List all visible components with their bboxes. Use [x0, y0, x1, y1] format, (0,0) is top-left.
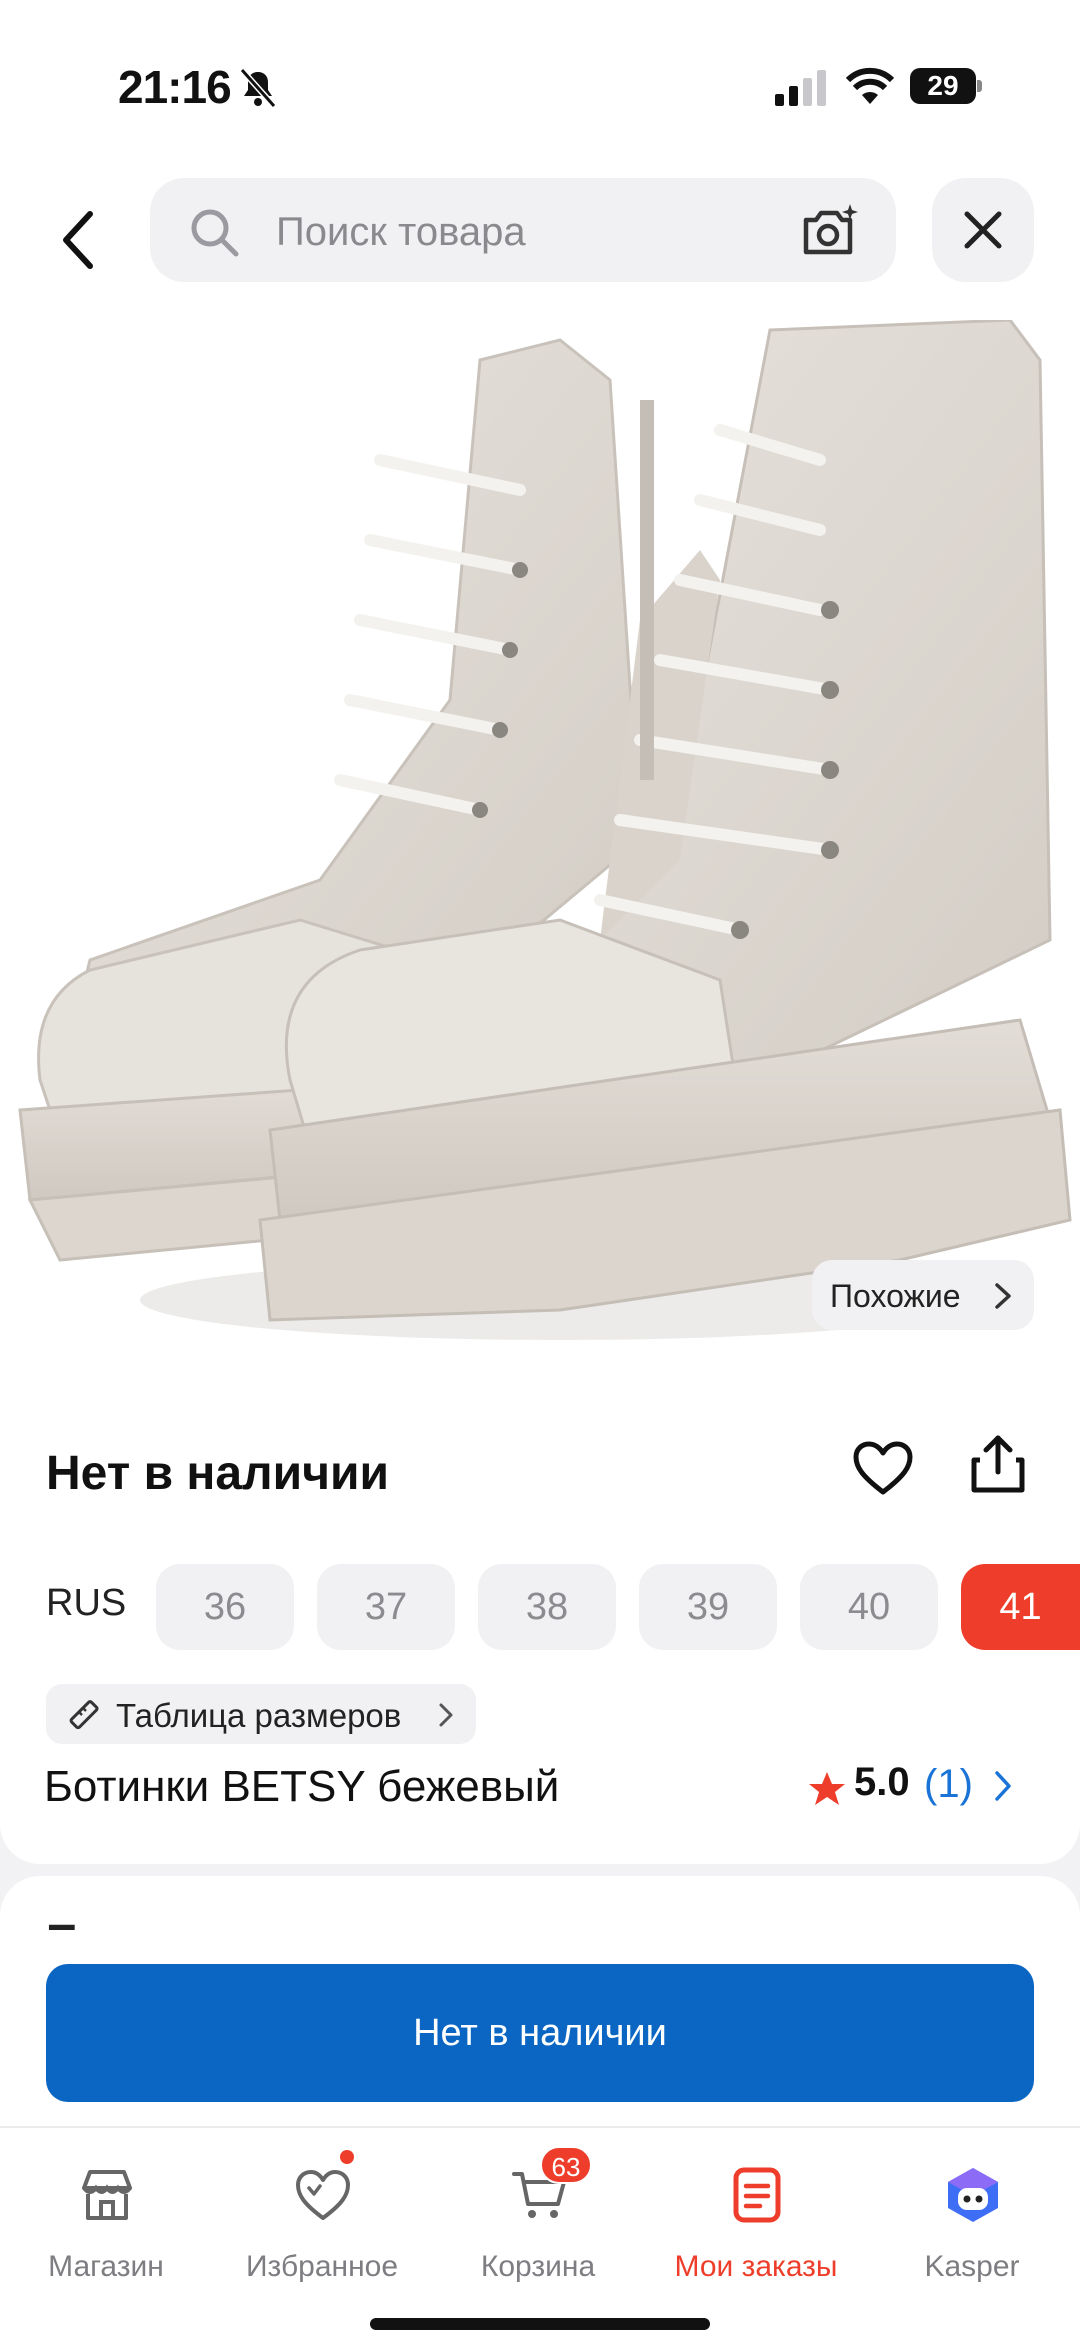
- ruler-icon: [69, 1700, 99, 1730]
- action-bar: Нет в наличии: [0, 1930, 1080, 2126]
- tab-cart[interactable]: Корзина: [438, 2150, 638, 2290]
- size-table-label: Таблица размеров: [116, 1697, 402, 1734]
- size-table-button[interactable]: Таблица размеров: [46, 1684, 476, 1744]
- tab-kasper[interactable]: Kasper: [872, 2150, 1072, 2290]
- chevron-right-icon: [995, 1283, 1011, 1309]
- tab-favorites[interactable]: Избранное: [222, 2150, 422, 2290]
- back-arrow-icon[interactable]: [50, 200, 110, 280]
- shop-icon: [82, 2170, 132, 2220]
- out-of-stock-button[interactable]: Нет в наличии: [46, 1964, 1034, 2102]
- size-option-41-selected[interactable]: 41: [961, 1564, 1080, 1650]
- size-system-label: RUS: [46, 1582, 127, 1624]
- search-icon: [191, 209, 239, 257]
- bell-muted-icon: [239, 68, 277, 108]
- share-icon[interactable]: [966, 1432, 1030, 1496]
- chevron-right-icon[interactable]: [994, 1770, 1012, 1802]
- tab-label: Избранное: [245, 2250, 399, 2283]
- wifi-icon: [845, 67, 895, 104]
- size-option-40[interactable]: 40: [800, 1564, 938, 1650]
- cart-count-badge: 63: [540, 2146, 592, 2184]
- similar-products-button[interactable]: Похожие: [812, 1260, 1034, 1330]
- availability-status: Нет в наличии: [46, 1447, 389, 1500]
- battery-level: 29: [910, 68, 976, 104]
- size-option-36[interactable]: 36: [156, 1564, 294, 1650]
- search-placeholder: Поиск товара: [276, 210, 526, 254]
- product-photo-boots: [18, 320, 1072, 1340]
- tab-label: Kasper: [924, 2250, 1020, 2283]
- favorite-heart-icon[interactable]: [852, 1440, 914, 1496]
- similar-label: Похожие: [830, 1278, 961, 1314]
- kasper-icon: [948, 2168, 998, 2222]
- orders-icon: [733, 2167, 781, 2223]
- rating-value: 5.0: [854, 1760, 910, 1804]
- tab-label: Корзина: [480, 2250, 596, 2283]
- status-bar: 21:16 29: [0, 0, 1080, 170]
- size-option-39[interactable]: 39: [639, 1564, 777, 1650]
- search-input[interactable]: Поиск товара: [150, 178, 896, 282]
- favorites-notification-dot: [340, 2150, 354, 2164]
- product-title: Ботинки BETSY бежевый: [44, 1762, 560, 1811]
- chevron-right-icon: [439, 1703, 453, 1727]
- tab-label: Магазин: [48, 2250, 164, 2283]
- size-option-38[interactable]: 38: [478, 1564, 616, 1650]
- close-icon: [964, 211, 1002, 249]
- battery-icon: 29: [910, 66, 982, 106]
- home-indicator: [370, 2318, 710, 2330]
- size-option-37[interactable]: 37: [317, 1564, 455, 1650]
- camera-search-icon[interactable]: [800, 202, 862, 258]
- product-info-card: Нет в наличии RUS 36 37 38 39 40 41 Табл…: [0, 1370, 1080, 1864]
- product-image-gallery[interactable]: Похожие: [0, 320, 1080, 1370]
- status-time: 21:16: [118, 61, 232, 113]
- tab-label: Мои заказы: [674, 2250, 838, 2283]
- close-button[interactable]: [932, 178, 1034, 282]
- star-icon: [809, 1772, 845, 1805]
- cellular-signal-icon: [775, 70, 826, 106]
- tab-shop[interactable]: Магазин: [6, 2150, 206, 2290]
- heart-icon: [296, 2170, 350, 2220]
- search-header: Поиск товара: [0, 170, 1080, 320]
- tab-my-orders[interactable]: Мои заказы: [656, 2150, 856, 2290]
- reviews-count-link[interactable]: (1): [924, 1762, 973, 1807]
